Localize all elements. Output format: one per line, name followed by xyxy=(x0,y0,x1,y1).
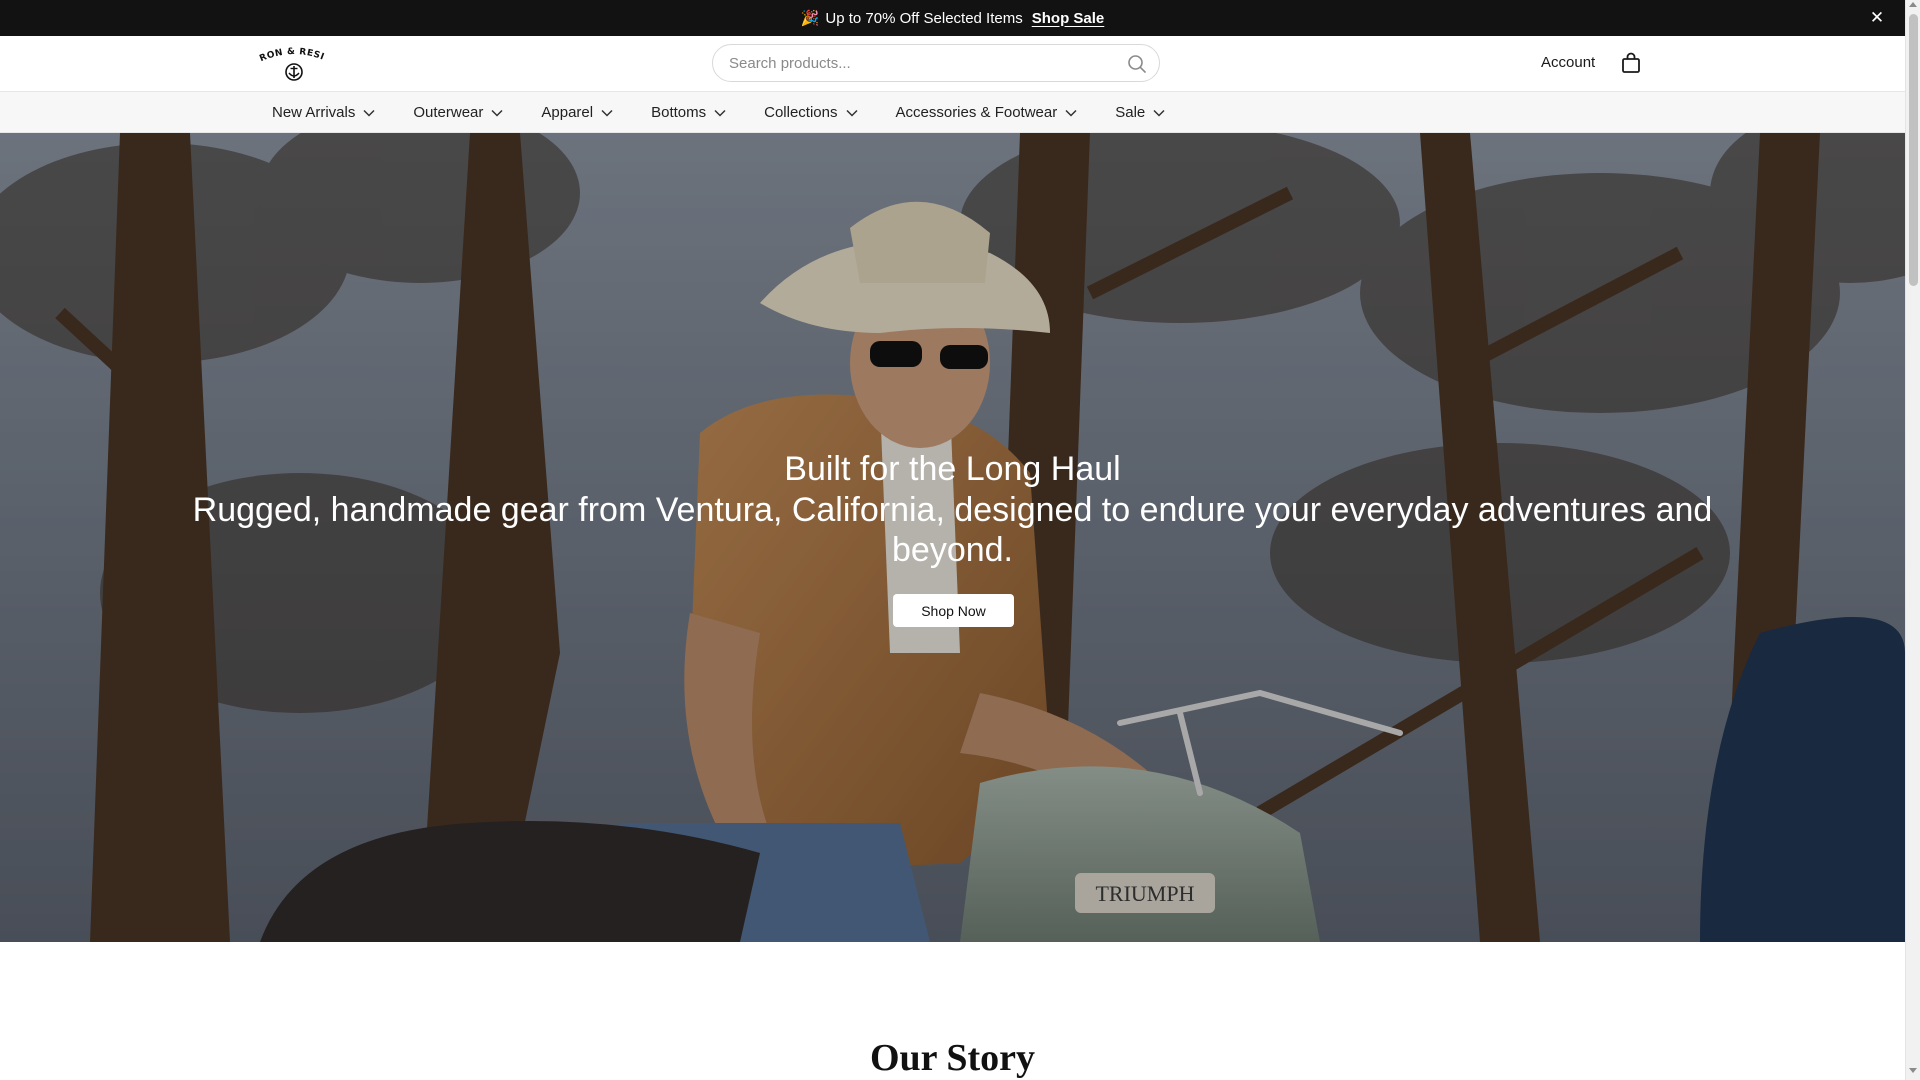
nav-item-label: Accessories & Footwear xyxy=(895,104,1058,121)
brand-logo[interactable]: IRON & RESIN xyxy=(258,45,330,83)
shopping-bag-icon[interactable] xyxy=(1621,52,1641,74)
shop-sale-link[interactable]: Shop Sale xyxy=(1032,10,1105,27)
page-scrollbar[interactable] xyxy=(1905,0,1920,1080)
logo-text: IRON & RESIN xyxy=(258,45,325,64)
nav-item-label: New Arrivals xyxy=(272,104,356,121)
nav-item-label: Sale xyxy=(1115,104,1146,121)
scroll-up-icon[interactable] xyxy=(1909,2,1917,7)
shop-now-button[interactable]: Shop Now xyxy=(893,594,1014,627)
nav-item-label: Collections xyxy=(764,104,838,121)
svg-text:IRON & RESIN: IRON & RESIN xyxy=(258,45,326,64)
chevron-down-icon xyxy=(601,109,613,117)
hero-subtitle: Rugged, handmade gear from Ventura, Cali… xyxy=(192,491,1713,569)
announcement-text: Up to 70% Off Selected Items xyxy=(825,9,1023,27)
nav-item-accessories-footwear[interactable]: Accessories & Footwear xyxy=(896,104,1078,121)
nav-item-label: Bottoms xyxy=(651,104,707,121)
hero-banner: TRIUMPH Built for the Long Haul Rugged, … xyxy=(0,133,1905,942)
chevron-down-icon xyxy=(714,109,726,117)
search-icon[interactable] xyxy=(1127,54,1147,74)
nav-item-new-arrivals[interactable]: New Arrivals xyxy=(272,104,375,121)
account-link[interactable]: Account xyxy=(1541,54,1595,71)
chevron-down-icon xyxy=(1065,109,1077,117)
main-navigation: New Arrivals Outerwear Apparel Bottoms C… xyxy=(0,92,1905,133)
chevron-down-icon xyxy=(491,109,503,117)
chevron-down-icon xyxy=(363,109,375,117)
hero-title: Built for the Long Haul xyxy=(784,450,1121,488)
scrollbar-thumb[interactable] xyxy=(1909,14,1918,286)
search-input[interactable] xyxy=(729,45,1109,81)
chevron-down-icon xyxy=(845,109,858,117)
scroll-down-icon[interactable] xyxy=(1909,1068,1917,1073)
nav-item-collections[interactable]: Collections xyxy=(764,104,858,121)
nav-item-label: Outerwear xyxy=(413,104,484,121)
chevron-down-icon xyxy=(1153,109,1165,117)
site-header: IRON & RESIN Account xyxy=(0,36,1905,92)
nav-item-outerwear[interactable]: Outerwear xyxy=(413,104,503,121)
nav-item-sale[interactable]: Sale xyxy=(1115,104,1165,121)
our-story-heading: Our Story xyxy=(869,1037,1036,1079)
nav-item-bottoms[interactable]: Bottoms xyxy=(651,104,726,121)
nav-item-label: Apparel xyxy=(541,104,594,121)
party-emoji-icon: 🎉 xyxy=(800,10,820,27)
announcement-bar: 🎉 Up to 70% Off Selected Items Shop Sale… xyxy=(0,0,1905,36)
search-bar xyxy=(712,44,1160,82)
nav-item-apparel[interactable]: Apparel xyxy=(541,104,613,121)
close-icon[interactable]: ✕ xyxy=(1867,8,1887,28)
